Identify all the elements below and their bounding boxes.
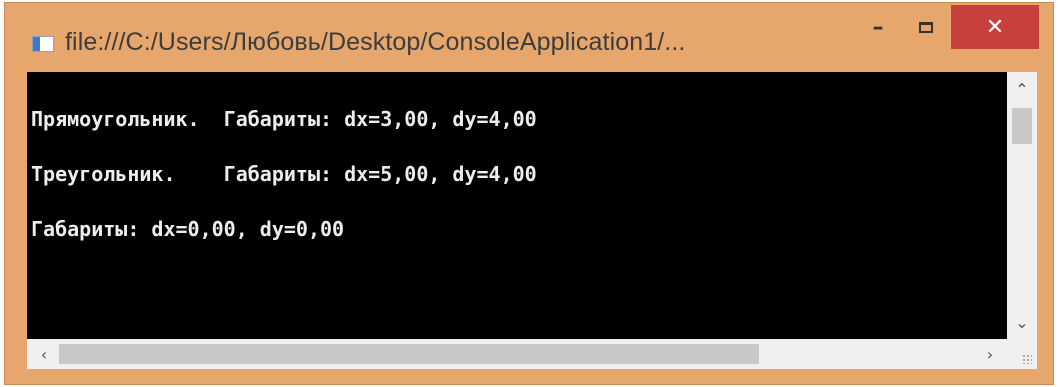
minimize-icon: –	[872, 14, 884, 40]
resize-grip-icon[interactable]	[1022, 354, 1032, 364]
close-button[interactable]: ✕	[951, 5, 1039, 49]
console-app-icon[interactable]	[32, 36, 54, 52]
minimize-button[interactable]: –	[855, 5, 901, 49]
vertical-scrollbar[interactable]: ⌃ ⌄	[1007, 72, 1037, 339]
console-window: file:///C:/Users/Любовь/Desktop/ConsoleA…	[4, 2, 1054, 385]
console-output[interactable]: Прямоугольник. Габариты: dx=3,00, dy=4,0…	[27, 72, 1007, 339]
title-bar[interactable]: file:///C:/Users/Любовь/Desktop/ConsoleA…	[5, 3, 1053, 69]
console-line: Прямоугольник. Габариты: dx=3,00, dy=4,0…	[31, 107, 537, 131]
horizontal-scroll-thumb[interactable]	[59, 344, 759, 364]
scroll-down-icon[interactable]: ⌄	[1007, 311, 1037, 333]
scroll-up-icon[interactable]: ⌃	[1007, 78, 1037, 100]
vertical-scroll-thumb[interactable]	[1012, 108, 1032, 144]
scroll-left-icon[interactable]: ‹	[31, 339, 57, 369]
maximize-button[interactable]	[903, 5, 949, 49]
horizontal-scrollbar[interactable]: ‹ ›	[27, 339, 1007, 369]
scroll-right-icon[interactable]: ›	[977, 339, 1003, 369]
maximize-icon	[919, 21, 933, 33]
console-line: Габариты: dx=0,00, dy=0,00	[31, 217, 345, 241]
scrollbar-corner	[1007, 339, 1037, 369]
console-line: Треугольник. Габариты: dx=5,00, dy=4,00	[31, 162, 537, 186]
close-icon: ✕	[985, 14, 1005, 40]
window-title: file:///C:/Users/Любовь/Desktop/ConsoleA…	[65, 28, 686, 56]
